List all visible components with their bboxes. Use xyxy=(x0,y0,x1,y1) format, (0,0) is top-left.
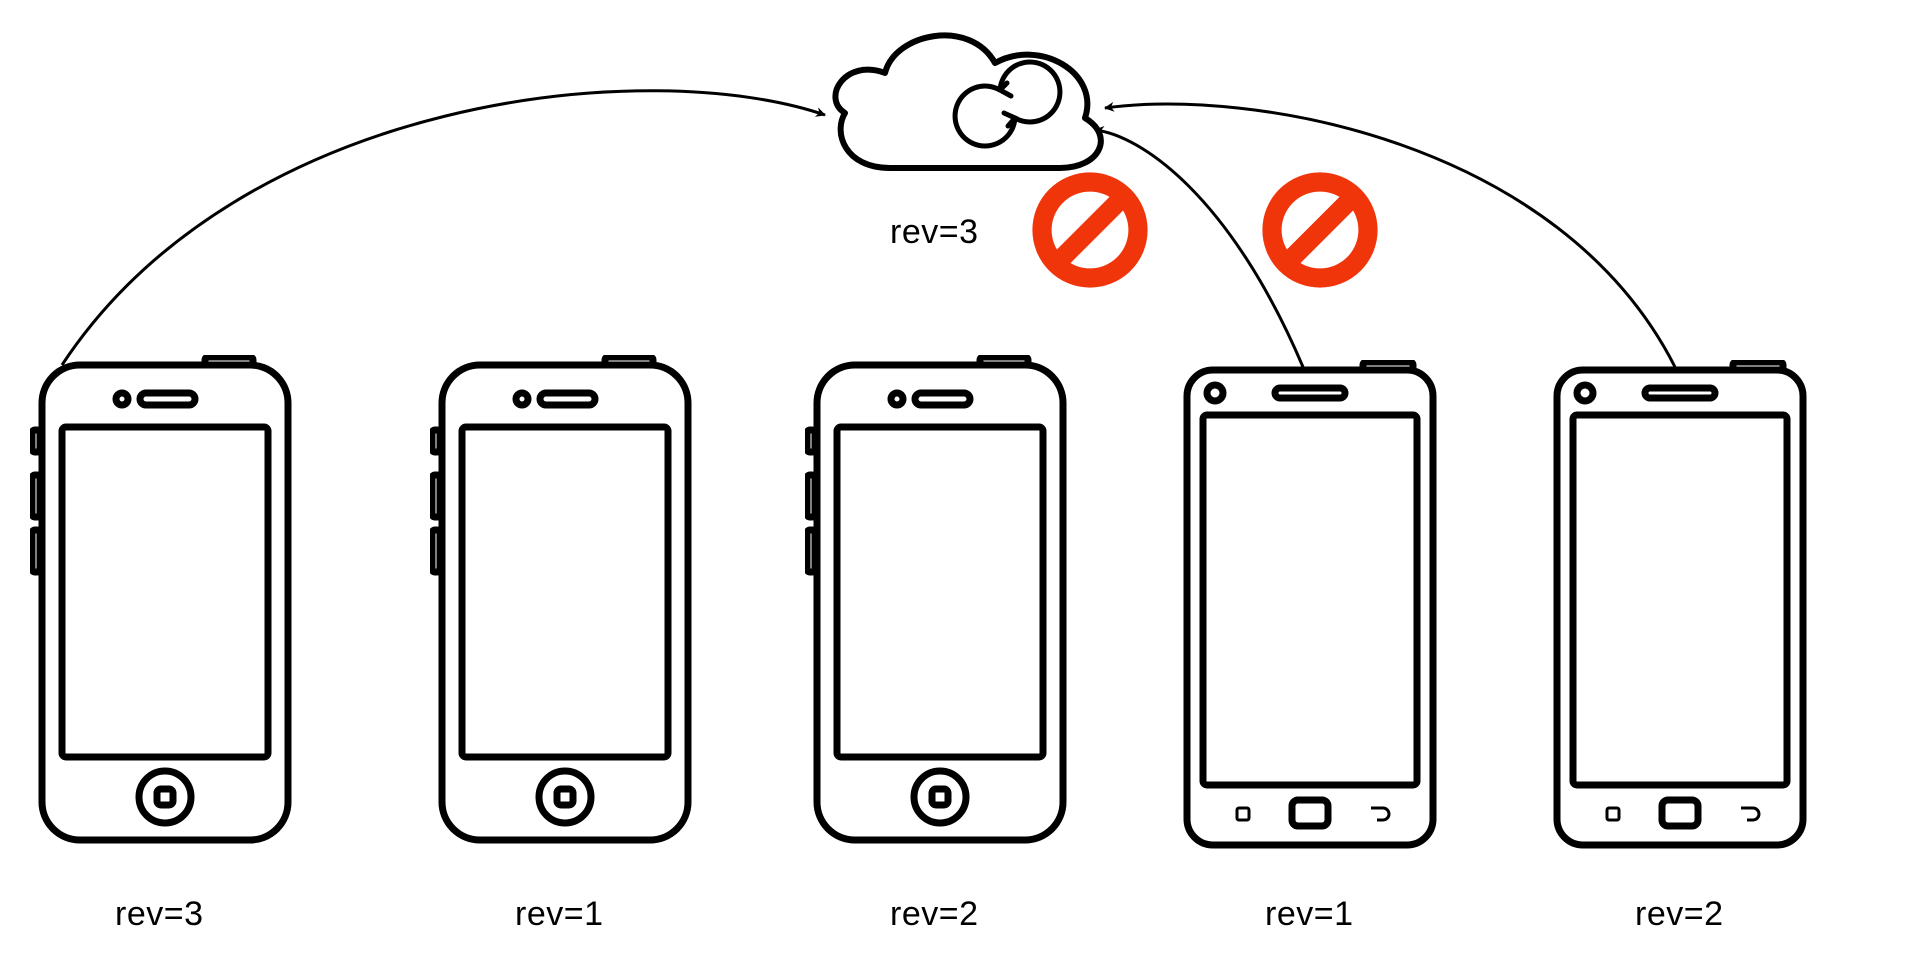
device-iphone-2 xyxy=(805,355,1075,850)
diagram-canvas: rev=3 rev=3 xyxy=(0,0,1920,961)
device-iphone-0 xyxy=(30,355,300,850)
prohibit-icon-0 xyxy=(1030,170,1150,290)
device-0-rev-label: rev=3 xyxy=(115,895,204,934)
iphone-icon xyxy=(805,355,1075,850)
arrow-device-0-to-cloud xyxy=(62,91,825,365)
device-2-rev-label: rev=2 xyxy=(890,895,979,934)
android-phone-icon xyxy=(1545,360,1815,855)
iphone-icon xyxy=(30,355,300,850)
prohibit-icon-1 xyxy=(1260,170,1380,290)
arrow-device-4-to-cloud xyxy=(1105,104,1675,367)
device-android-3 xyxy=(1175,360,1445,855)
cloud-rev-label: rev=3 xyxy=(890,213,979,252)
cloud-sync-icon xyxy=(815,18,1115,193)
device-3-rev-label: rev=1 xyxy=(1265,895,1354,934)
iphone-icon xyxy=(430,355,700,850)
device-1-rev-label: rev=1 xyxy=(515,895,604,934)
android-phone-icon xyxy=(1175,360,1445,855)
device-4-rev-label: rev=2 xyxy=(1635,895,1724,934)
device-android-4 xyxy=(1545,360,1815,855)
device-iphone-1 xyxy=(430,355,700,850)
